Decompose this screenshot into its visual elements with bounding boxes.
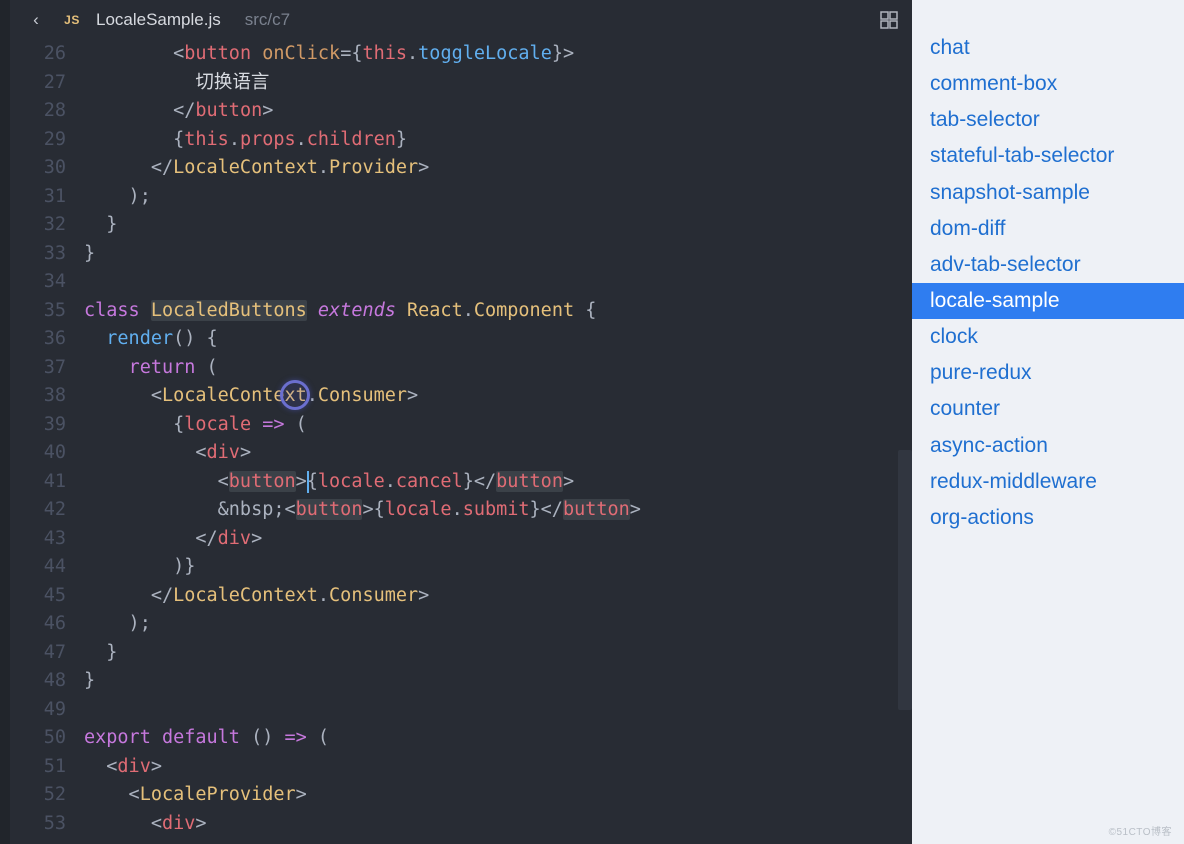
- line-number: 53: [10, 810, 66, 839]
- code-line[interactable]: {locale => (: [84, 411, 912, 440]
- line-number: 50: [10, 724, 66, 753]
- line-number: 47: [10, 639, 66, 668]
- tab-bar: ‹ JS LocaleSample.js src/c7: [0, 0, 912, 40]
- line-number: 51: [10, 753, 66, 782]
- route-link-redux-middleware[interactable]: redux-middleware: [912, 464, 1184, 500]
- code-line[interactable]: );: [84, 610, 912, 639]
- code-line[interactable]: <LocaleProvider>: [84, 781, 912, 810]
- line-number: 31: [10, 183, 66, 212]
- breadcrumb[interactable]: src/c7: [245, 10, 290, 30]
- code-line[interactable]: [84, 268, 912, 297]
- line-number: 37: [10, 354, 66, 383]
- line-number: 40: [10, 439, 66, 468]
- route-link-chat[interactable]: chat: [912, 30, 1184, 66]
- code-content[interactable]: <button onClick={this.toggleLocale}> 切换语…: [84, 40, 912, 844]
- code-line[interactable]: </button>: [84, 97, 912, 126]
- code-line[interactable]: <div>: [84, 810, 912, 839]
- text-caret: [307, 471, 309, 493]
- editor-pane: ‹ JS LocaleSample.js src/c7 262728293031…: [0, 0, 912, 844]
- scrollbar-thumb[interactable]: [898, 450, 912, 710]
- route-link-dom-diff[interactable]: dom-diff: [912, 211, 1184, 247]
- route-link-locale-sample[interactable]: locale-sample: [912, 283, 1184, 319]
- code-line[interactable]: </div>: [84, 525, 912, 554]
- line-number: 49: [10, 696, 66, 725]
- code-line[interactable]: <div>: [84, 753, 912, 782]
- code-line[interactable]: }: [84, 667, 912, 696]
- code-line[interactable]: </LocaleContext.Provider>: [84, 154, 912, 183]
- line-number: 35: [10, 297, 66, 326]
- line-number: 32: [10, 211, 66, 240]
- code-area[interactable]: 2627282930313233343536373839404142434445…: [10, 40, 912, 844]
- line-number: 38: [10, 382, 66, 411]
- line-number: 36: [10, 325, 66, 354]
- line-number: 26: [10, 40, 66, 69]
- line-number: 43: [10, 525, 66, 554]
- route-link-snapshot-sample[interactable]: snapshot-sample: [912, 175, 1184, 211]
- code-line[interactable]: }: [84, 211, 912, 240]
- route-link-org-actions[interactable]: org-actions: [912, 500, 1184, 536]
- activity-bar: [0, 0, 10, 844]
- code-line[interactable]: render() {: [84, 325, 912, 354]
- route-link-async-action[interactable]: async-action: [912, 428, 1184, 464]
- route-link-comment-box[interactable]: comment-box: [912, 66, 1184, 102]
- route-link-counter[interactable]: counter: [912, 391, 1184, 427]
- code-line[interactable]: </LocaleContext.Consumer>: [84, 582, 912, 611]
- code-line[interactable]: [84, 696, 912, 725]
- line-number: 33: [10, 240, 66, 269]
- code-line[interactable]: 切换语言: [84, 69, 912, 98]
- tab-title[interactable]: LocaleSample.js: [96, 10, 221, 30]
- line-number: 27: [10, 69, 66, 98]
- code-line[interactable]: export default () => (: [84, 724, 912, 753]
- code-line[interactable]: }: [84, 639, 912, 668]
- line-number: 48: [10, 667, 66, 696]
- filetype-badge: JS: [62, 13, 82, 27]
- split-editor-icon[interactable]: [880, 11, 898, 29]
- watermark: ©51CTO博客: [1109, 823, 1172, 838]
- line-number: 45: [10, 582, 66, 611]
- code-line[interactable]: return (: [84, 354, 912, 383]
- code-line[interactable]: <button onClick={this.toggleLocale}>: [84, 40, 912, 69]
- route-link-pure-redux[interactable]: pure-redux: [912, 355, 1184, 391]
- code-line[interactable]: {this.props.children}: [84, 126, 912, 155]
- code-line[interactable]: );: [84, 183, 912, 212]
- line-number: 44: [10, 553, 66, 582]
- line-number: 46: [10, 610, 66, 639]
- line-number: 30: [10, 154, 66, 183]
- code-line[interactable]: <button>{locale.cancel}</button>: [84, 468, 912, 497]
- route-link-stateful-tab-selector[interactable]: stateful-tab-selector: [912, 138, 1184, 174]
- line-number: 28: [10, 97, 66, 126]
- route-list-panel: chatcomment-boxtab-selectorstateful-tab-…: [912, 0, 1184, 844]
- code-line[interactable]: <LocaleContext.Consumer>: [84, 382, 912, 411]
- code-line[interactable]: class LocaledButtons extends React.Compo…: [84, 297, 912, 326]
- code-line[interactable]: )}: [84, 553, 912, 582]
- line-number: 41: [10, 468, 66, 497]
- back-button[interactable]: ‹: [24, 10, 48, 30]
- line-number: 42: [10, 496, 66, 525]
- line-number-gutter: 2627282930313233343536373839404142434445…: [10, 40, 84, 844]
- line-number: 34: [10, 268, 66, 297]
- code-line[interactable]: &nbsp;<button>{locale.submit}</button>: [84, 496, 912, 525]
- code-line[interactable]: }: [84, 240, 912, 269]
- line-number: 29: [10, 126, 66, 155]
- line-number: 52: [10, 781, 66, 810]
- route-link-adv-tab-selector[interactable]: adv-tab-selector: [912, 247, 1184, 283]
- line-number: 39: [10, 411, 66, 440]
- route-link-clock[interactable]: clock: [912, 319, 1184, 355]
- code-line[interactable]: <div>: [84, 439, 912, 468]
- route-link-tab-selector[interactable]: tab-selector: [912, 102, 1184, 138]
